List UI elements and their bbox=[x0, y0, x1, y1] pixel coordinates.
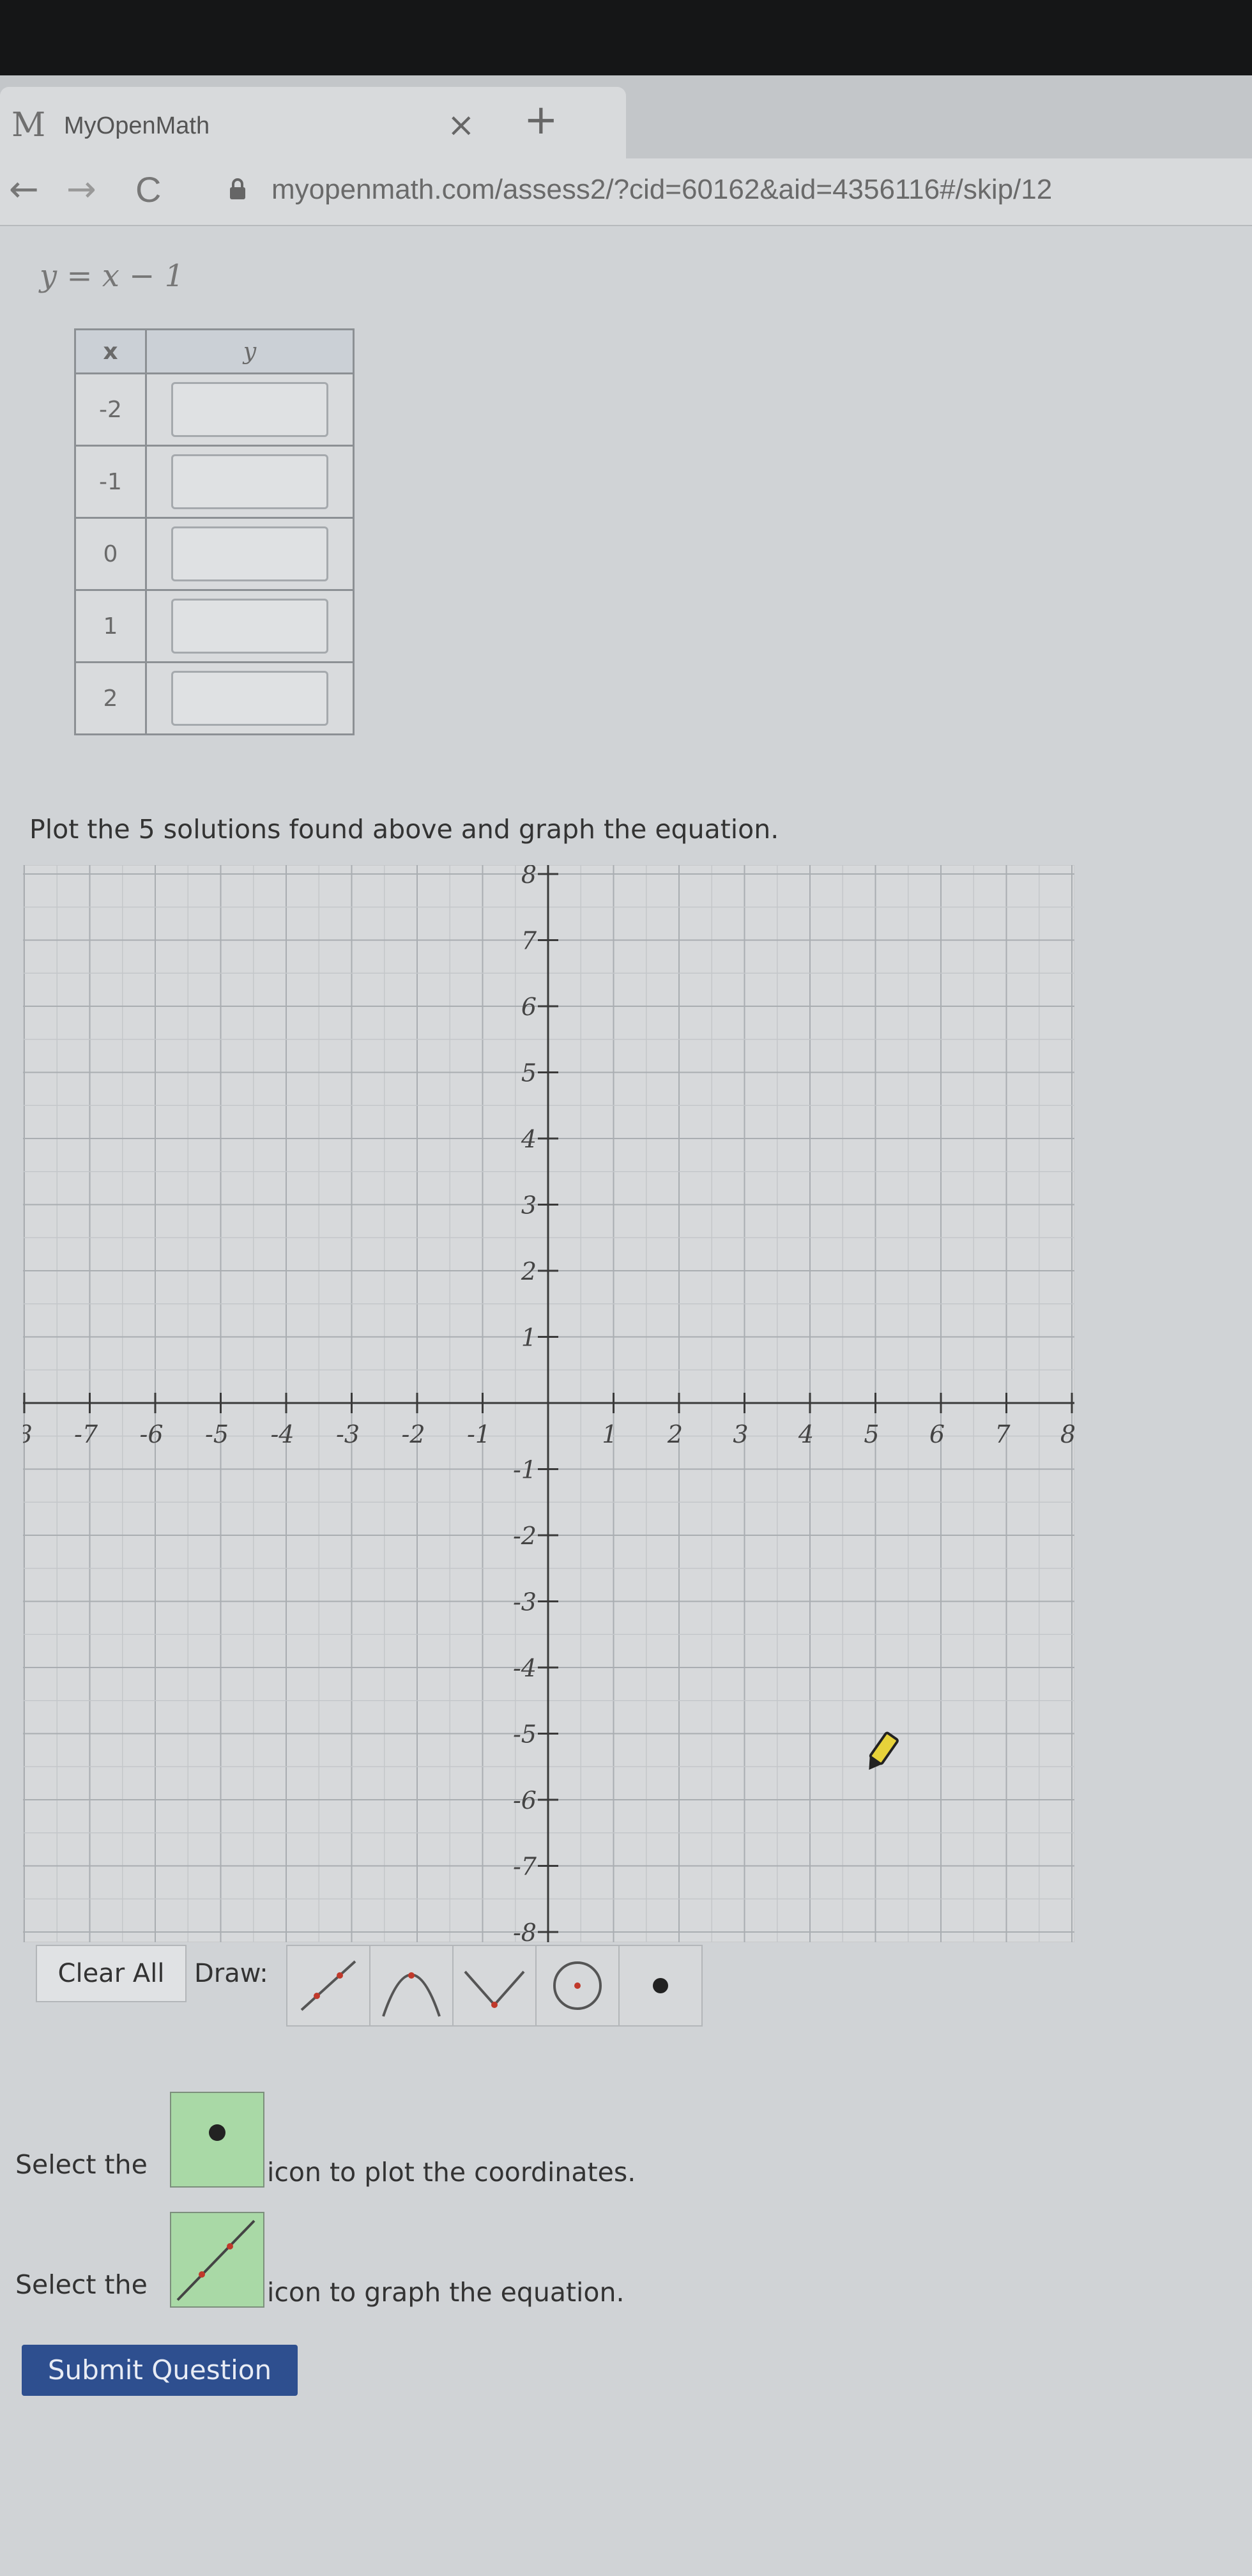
y-cell bbox=[145, 661, 355, 735]
y-tick-label: 3 bbox=[521, 1192, 537, 1220]
url-field[interactable]: myopenmath.com/assess2/?cid=60162&aid=43… bbox=[271, 174, 1052, 206]
x-tick-label: 6 bbox=[929, 1420, 945, 1448]
coordinate-grid[interactable]: -8 -7 -6 -5 -4 -3 -2 -1 1 2 3 4 5 6 7 8 8 7 6 5 4 3 2 1 -1 -2 -3 -4… bbox=[23, 865, 1074, 1942]
hint-prefix: Select the bbox=[15, 2269, 148, 2300]
absolute-value-tool-icon bbox=[464, 1970, 525, 2008]
x-tick-label: 2 bbox=[667, 1420, 683, 1448]
submit-question-button[interactable]: Submit Question bbox=[22, 2345, 298, 2396]
x-tick-label: 5 bbox=[864, 1420, 879, 1448]
y-cell bbox=[145, 517, 355, 591]
address-bar: ← → C myopenmath.com/assess2/?cid=60162&… bbox=[0, 158, 1252, 226]
absolute-value-tool-button[interactable] bbox=[452, 1945, 537, 2027]
y-cell bbox=[145, 589, 355, 663]
y-answer-input[interactable] bbox=[171, 382, 328, 437]
table-row: 0 bbox=[74, 517, 355, 591]
x-tick-label: 3 bbox=[733, 1420, 748, 1448]
x-value: 0 bbox=[74, 517, 147, 591]
x-tick-label: -1 bbox=[467, 1420, 491, 1448]
y-tick-label: 2 bbox=[521, 1257, 537, 1285]
y-tick-label: 5 bbox=[521, 1059, 537, 1087]
draw-label: Draw: bbox=[194, 1959, 268, 1988]
y-tick-label: -6 bbox=[513, 1786, 537, 1814]
y-tick-label: -2 bbox=[513, 1522, 537, 1550]
x-tick-label: 1 bbox=[602, 1420, 617, 1448]
x-value: -1 bbox=[74, 445, 147, 519]
back-arrow-icon[interactable]: ← bbox=[9, 169, 39, 210]
y-cell bbox=[145, 445, 355, 519]
screen-bezel bbox=[0, 0, 1252, 75]
y-tick-label: -1 bbox=[513, 1456, 537, 1484]
y-tick-label: 4 bbox=[521, 1125, 537, 1153]
x-tick-label: 7 bbox=[995, 1420, 1011, 1448]
point-tool-icon bbox=[653, 1978, 668, 1993]
x-tick-label: -5 bbox=[205, 1420, 229, 1448]
line-tool-button[interactable] bbox=[286, 1945, 370, 2027]
y-column-header: y bbox=[145, 328, 355, 374]
table-row: 2 bbox=[74, 661, 355, 735]
y-tick-label: 8 bbox=[521, 865, 537, 889]
reload-icon[interactable]: C bbox=[135, 169, 161, 210]
x-tick-label: -2 bbox=[401, 1420, 425, 1448]
table-row: -1 bbox=[74, 445, 355, 519]
y-tick-label: 7 bbox=[521, 927, 537, 955]
y-tick-label: -7 bbox=[513, 1853, 537, 1881]
y-tick-label: -3 bbox=[513, 1588, 537, 1616]
line-hint-suffix: icon to graph the equation. bbox=[267, 2277, 625, 2308]
x-column-header: x bbox=[74, 328, 147, 374]
x-value: -2 bbox=[74, 372, 147, 447]
parabola-tool-button[interactable] bbox=[369, 1945, 454, 2027]
circle-tool-button[interactable] bbox=[535, 1945, 620, 2027]
page-content: y = x − 1 x y -2 -1 0 1 2 Plot the 5 sol… bbox=[0, 226, 1252, 2576]
y-answer-input[interactable] bbox=[171, 599, 328, 654]
xy-table: x y -2 -1 0 1 2 bbox=[74, 328, 355, 735]
x-tick-label: -7 bbox=[74, 1420, 98, 1448]
parabola-tool-icon bbox=[382, 1972, 441, 2017]
x-value: 1 bbox=[74, 589, 147, 663]
y-tick-label: -4 bbox=[513, 1654, 537, 1682]
clear-all-button[interactable]: Clear All bbox=[36, 1945, 187, 2002]
y-tick-label: -8 bbox=[513, 1919, 537, 1942]
line-tool-icon bbox=[300, 1960, 356, 2011]
y-tick-label: 6 bbox=[521, 993, 537, 1021]
circle-tool-icon bbox=[553, 1961, 602, 2010]
point-tool-button[interactable] bbox=[618, 1945, 703, 2027]
point-hint-icon bbox=[170, 2092, 264, 2188]
point-hint-suffix: icon to plot the coordinates. bbox=[267, 2157, 636, 2188]
x-tick-label: 8 bbox=[1060, 1420, 1074, 1448]
tab-close-icon[interactable]: × bbox=[447, 106, 475, 144]
y-tick-label: -5 bbox=[513, 1721, 537, 1749]
y-tick-label: 1 bbox=[521, 1324, 537, 1352]
table-row: 1 bbox=[74, 589, 355, 663]
x-tick-label: -3 bbox=[336, 1420, 360, 1448]
graph-panel[interactable]: -8 -7 -6 -5 -4 -3 -2 -1 1 2 3 4 5 6 7 8 8 7 6 5 4 3 2 1 -1 -2 -3 -4… bbox=[23, 865, 1074, 1942]
tab-title: MyOpenMath bbox=[64, 112, 210, 139]
x-value: 2 bbox=[74, 661, 147, 735]
myopenmath-logo-icon: M bbox=[11, 106, 46, 144]
x-tick-label: -8 bbox=[23, 1420, 33, 1448]
y-cell bbox=[145, 372, 355, 447]
y-answer-input[interactable] bbox=[171, 454, 328, 509]
x-tick-label: -4 bbox=[270, 1420, 294, 1448]
hint-prefix: Select the bbox=[15, 2149, 148, 2180]
line-hint: Select the bbox=[15, 2269, 148, 2300]
forward-arrow-icon[interactable]: → bbox=[66, 169, 96, 210]
line-hint-icon bbox=[170, 2212, 264, 2308]
x-tick-label: -6 bbox=[139, 1420, 163, 1448]
graph-instruction: Plot the 5 solutions found above and gra… bbox=[29, 814, 779, 845]
y-answer-input[interactable] bbox=[171, 526, 328, 581]
point-hint: Select the bbox=[15, 2149, 148, 2180]
equation-label: y = x − 1 bbox=[40, 258, 185, 294]
x-tick-label: 4 bbox=[798, 1420, 814, 1448]
lock-icon bbox=[229, 178, 247, 206]
new-tab-icon[interactable]: + bbox=[524, 100, 558, 141]
browser-tab-bar: M MyOpenMath × + bbox=[0, 75, 1252, 158]
y-answer-input[interactable] bbox=[171, 671, 328, 726]
table-row: -2 bbox=[74, 372, 355, 447]
